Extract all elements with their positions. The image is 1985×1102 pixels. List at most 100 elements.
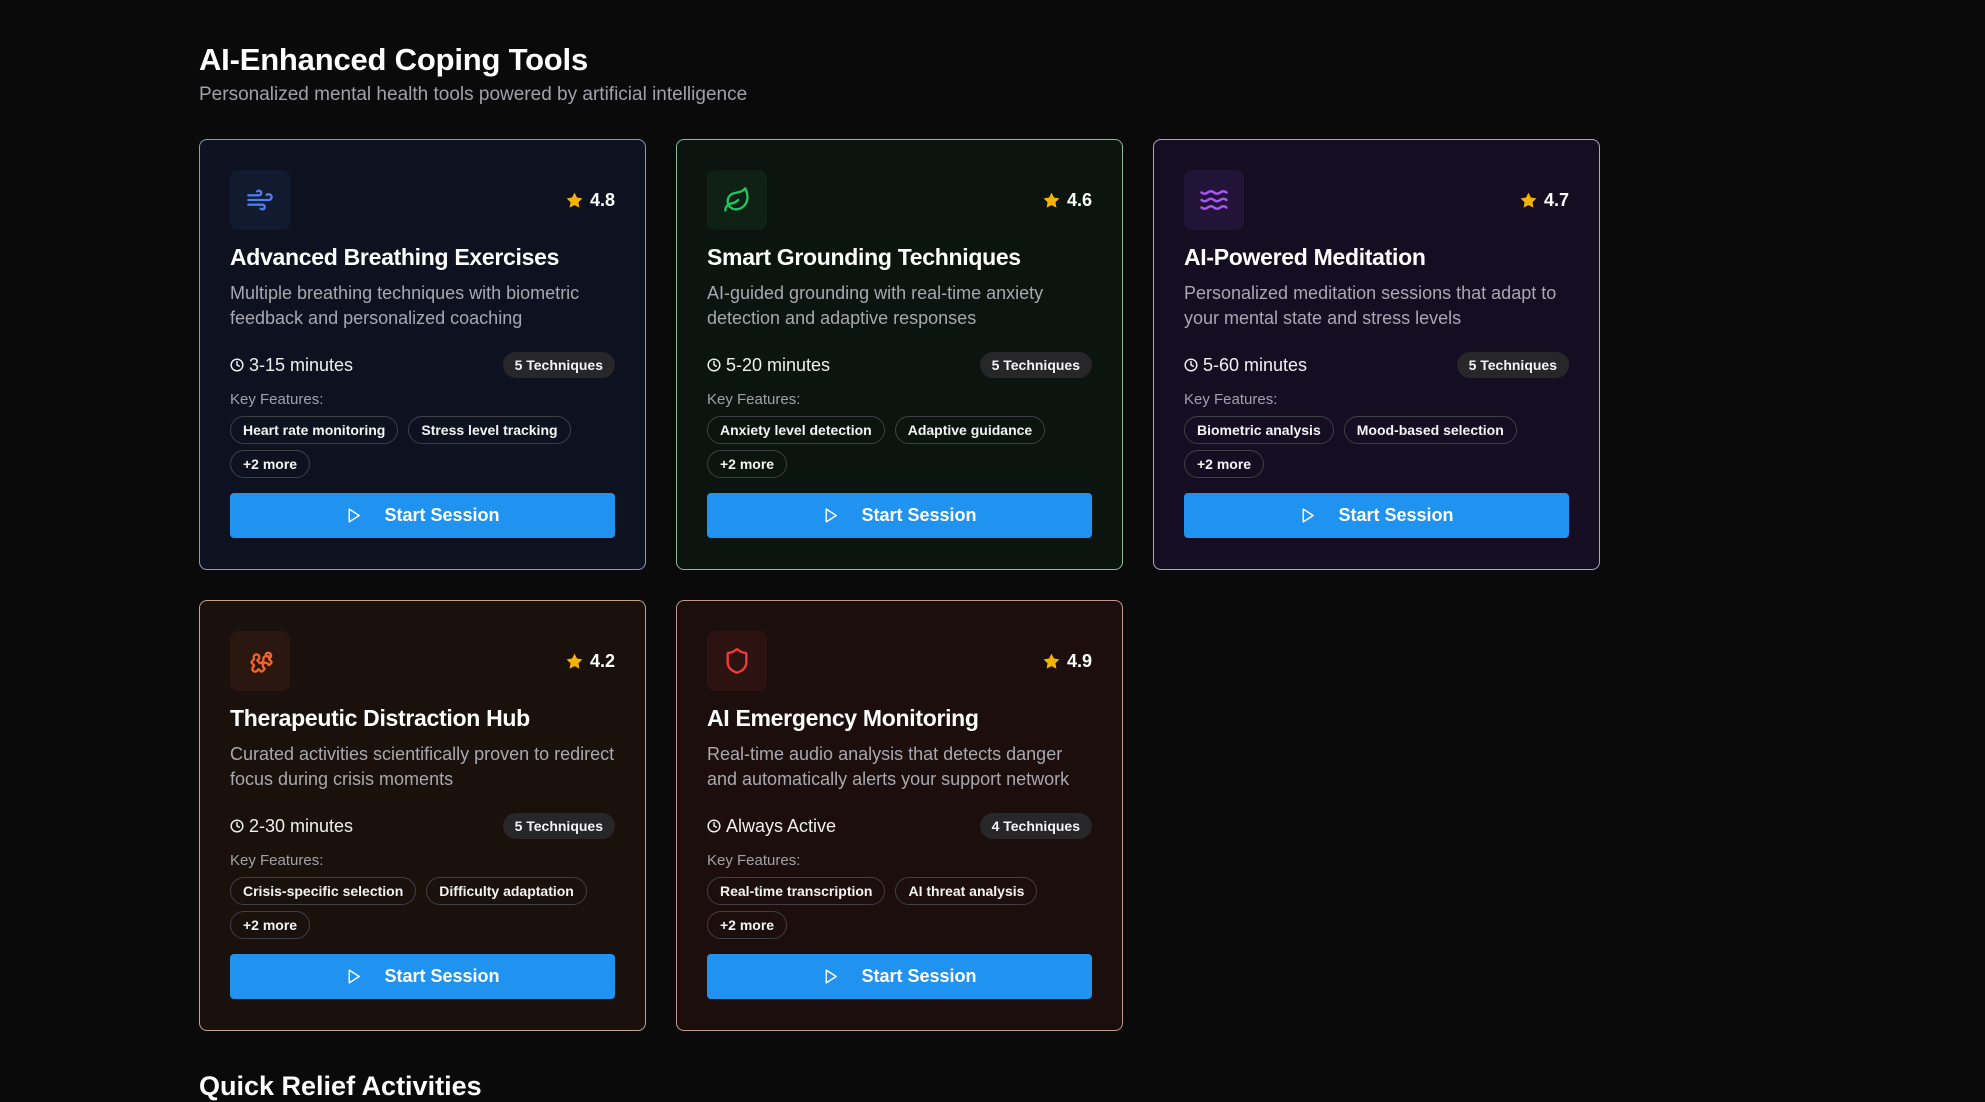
start-session-button[interactable]: Start Session: [230, 493, 615, 538]
waves-icon: [1184, 170, 1244, 230]
duration: Always Active: [707, 816, 836, 837]
rating-value: 4.9: [1066, 650, 1092, 671]
clock-icon: [707, 819, 721, 833]
feature-chip: AI threat analysis: [895, 877, 1038, 905]
play-icon: [826, 508, 838, 523]
rating: 4.7: [1519, 190, 1569, 211]
duration-text: Always Active: [726, 815, 837, 836]
rating: 4.2: [565, 651, 615, 672]
button-label: Start Session: [384, 505, 500, 525]
features-label: Key Features:: [230, 852, 324, 869]
card-title: Therapeutic Distraction Hub: [230, 705, 530, 731]
duration-text: 2-30 minutes: [249, 815, 354, 836]
shield-icon: [707, 631, 767, 691]
rating: 4.6: [1042, 190, 1092, 211]
rating-value: 4.7: [1543, 189, 1569, 210]
more-features-chip[interactable]: +2 more: [1184, 450, 1265, 478]
feature-chip: Mood-based selection: [1343, 416, 1517, 444]
star-icon: [1043, 653, 1060, 669]
meta-row: 5-60 minutes 5 Techniques: [1184, 351, 1569, 379]
features-list: Crisis-specific selection Difficulty ada…: [230, 877, 617, 939]
puzzle-icon: [230, 631, 290, 691]
button-label: Start Session: [384, 966, 500, 986]
features-list: Biometric analysis Mood-based selection …: [1184, 416, 1571, 478]
duration: 3-15 minutes: [230, 355, 353, 376]
techniques-badge: 5 Techniques: [979, 352, 1092, 378]
features-label: Key Features:: [1184, 391, 1278, 408]
techniques-badge: 5 Techniques: [502, 813, 615, 839]
rating: 4.9: [1042, 651, 1092, 672]
wind-icon: [230, 170, 290, 230]
card-title: Smart Grounding Techniques: [707, 244, 1021, 270]
card-description: Curated activities scientifically proven…: [230, 744, 615, 789]
tool-card-meditation: 4.7 AI-Powered Meditation Personalized m…: [1153, 139, 1600, 570]
clock-icon: [1184, 358, 1198, 372]
start-session-button[interactable]: Start Session: [230, 954, 615, 999]
section-title: AI-Enhanced Coping Tools: [199, 42, 588, 77]
rating: 4.8: [565, 190, 615, 211]
clock-icon: [230, 358, 244, 372]
more-features-chip[interactable]: +2 more: [230, 450, 311, 478]
duration: 2-30 minutes: [230, 816, 353, 837]
techniques-badge: 5 Techniques: [1456, 352, 1569, 378]
button-label: Start Session: [861, 505, 977, 525]
button-label: Start Session: [861, 966, 977, 986]
star-icon: [566, 653, 583, 669]
card-header: 4.7: [1184, 170, 1569, 230]
feature-chip: Anxiety level detection: [707, 416, 885, 444]
meta-row: 3-15 minutes 5 Techniques: [230, 351, 615, 379]
card-title: Advanced Breathing Exercises: [230, 244, 560, 270]
tools-grid: 4.8 Advanced Breathing Exercises Multipl…: [199, 139, 1985, 1031]
features-list: Real-time transcription AI threat analys…: [707, 877, 1094, 939]
duration-text: 3-15 minutes: [249, 354, 354, 375]
meta-row: Always Active 4 Techniques: [707, 812, 1092, 840]
features-label: Key Features:: [707, 391, 801, 408]
card-description: Multiple breathing techniques with biome…: [230, 283, 580, 328]
more-features-chip[interactable]: +2 more: [707, 911, 788, 939]
play-icon: [349, 508, 361, 523]
feature-chip: Real-time transcription: [707, 877, 886, 905]
duration-text: 5-20 minutes: [726, 354, 831, 375]
leaf-icon: [707, 170, 767, 230]
start-session-button[interactable]: Start Session: [707, 954, 1092, 999]
feature-chip: Stress level tracking: [408, 416, 571, 444]
techniques-badge: 5 Techniques: [502, 352, 615, 378]
card-title: AI Emergency Monitoring: [707, 705, 979, 731]
star-icon: [566, 192, 583, 208]
feature-chip: Difficulty adaptation: [426, 877, 587, 905]
features-list: Anxiety level detection Adaptive guidanc…: [707, 416, 1094, 478]
feature-chip: Adaptive guidance: [894, 416, 1046, 444]
more-features-chip[interactable]: +2 more: [230, 911, 311, 939]
section-subtitle: Personalized mental health tools powered…: [199, 84, 748, 105]
meta-row: 5-20 minutes 5 Techniques: [707, 351, 1092, 379]
more-features-chip[interactable]: +2 more: [707, 450, 788, 478]
tool-card-distraction: 4.2 Therapeutic Distraction Hub Curated …: [199, 600, 646, 1031]
clock-icon: [230, 819, 244, 833]
card-description: AI-guided grounding with real-time anxie…: [707, 283, 1044, 328]
card-header: 4.8: [230, 170, 615, 230]
rating-value: 4.6: [1066, 189, 1092, 210]
features-label: Key Features:: [230, 391, 324, 408]
techniques-badge: 4 Techniques: [979, 813, 1092, 839]
tool-card-breathing: 4.8 Advanced Breathing Exercises Multipl…: [199, 139, 646, 570]
meta-row: 2-30 minutes 5 Techniques: [230, 812, 615, 840]
card-header: 4.6: [707, 170, 1092, 230]
duration: 5-20 minutes: [707, 355, 830, 376]
start-session-button[interactable]: Start Session: [1184, 493, 1569, 538]
duration: 5-60 minutes: [1184, 355, 1307, 376]
card-header: 4.9: [707, 631, 1092, 691]
feature-chip: Heart rate monitoring: [230, 416, 399, 444]
tool-card-grounding: 4.6 Smart Grounding Techniques AI-guided…: [676, 139, 1123, 570]
card-header: 4.2: [230, 631, 615, 691]
play-icon: [826, 969, 838, 984]
rating-value: 4.2: [589, 650, 615, 671]
button-label: Start Session: [1338, 505, 1454, 525]
card-description: Real-time audio analysis that detects da…: [707, 744, 1070, 789]
rating-value: 4.8: [589, 189, 615, 210]
features-label: Key Features:: [707, 852, 801, 869]
quick-relief-section-title: Quick Relief Activities: [199, 1071, 482, 1101]
start-session-button[interactable]: Start Session: [707, 493, 1092, 538]
features-list: Heart rate monitoring Stress level track…: [230, 416, 617, 478]
play-icon: [349, 969, 361, 984]
play-icon: [1303, 508, 1315, 523]
